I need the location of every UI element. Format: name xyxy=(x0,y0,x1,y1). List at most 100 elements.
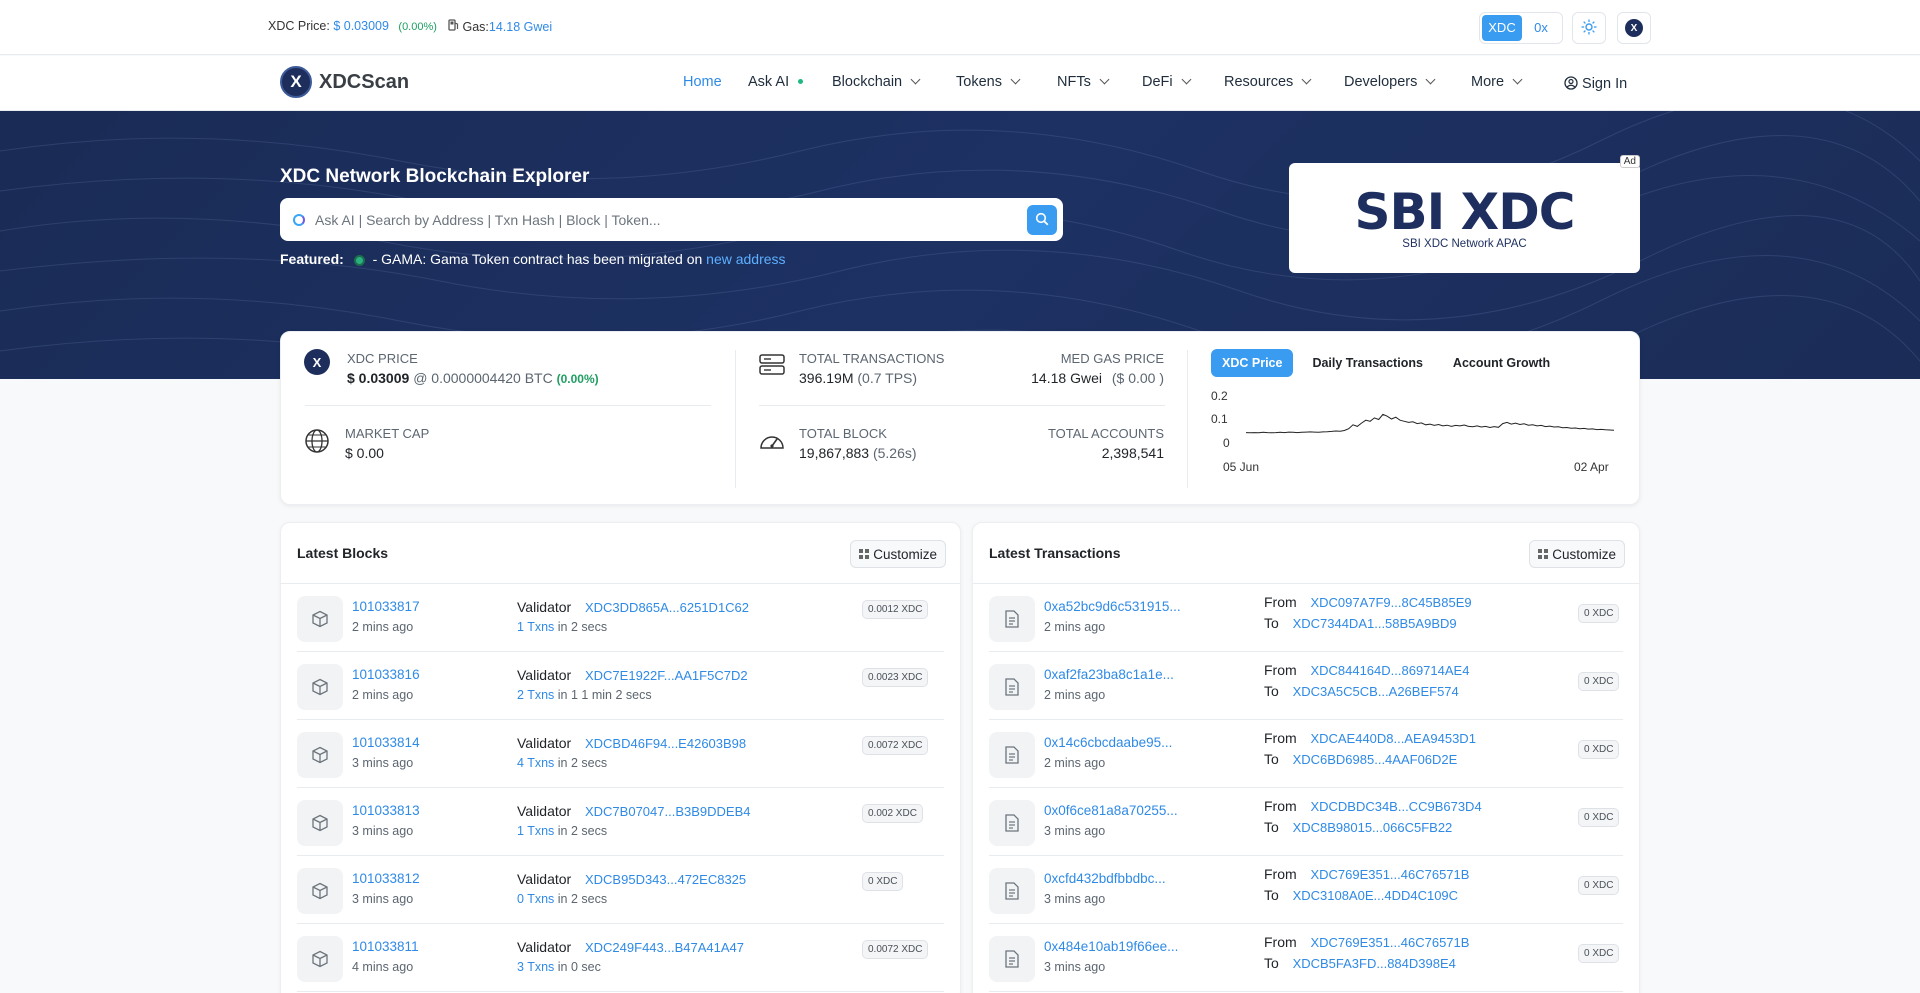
block-age: 4 mins ago xyxy=(352,960,414,974)
nav-nfts-label: NFTs xyxy=(1057,74,1091,90)
network-switch-button[interactable]: X xyxy=(1617,12,1651,44)
block-txns-line: 1 Txns in 2 secs xyxy=(517,824,607,838)
block-number-link[interactable]: 101033814 xyxy=(352,735,420,750)
transaction-row: 0xcfd432bdfbbdbc... 3 mins ago From XDC769… xyxy=(989,856,1623,924)
theme-toggle-button[interactable] xyxy=(1572,12,1606,44)
block-number-link[interactable]: 101033812 xyxy=(352,871,420,886)
block-number-link[interactable]: 101033816 xyxy=(352,667,420,682)
sign-in-link[interactable]: Sign In xyxy=(1564,76,1627,92)
search-button[interactable] xyxy=(1027,205,1057,235)
from-address-link[interactable]: XDCDBDC34B...CC9B673D4 xyxy=(1310,799,1481,814)
featured-link[interactable]: new address xyxy=(706,251,785,267)
tx-hash-link[interactable]: 0x0f6ce81a8a70255... xyxy=(1044,803,1178,818)
total-block-value[interactable]: 19,867,883 xyxy=(799,445,869,461)
nav-tokens[interactable]: Tokens xyxy=(956,74,1021,90)
tab-daily-transactions[interactable]: Daily Transactions xyxy=(1301,349,1433,377)
validator-address-link[interactable]: XDC7B07047...B3B9DDEB4 xyxy=(585,804,750,819)
block-time-value: (5.26s) xyxy=(872,445,917,461)
document-icon xyxy=(989,936,1035,982)
txns-count-link[interactable]: 1 Txns xyxy=(517,620,554,634)
tab-xdc-price[interactable]: XDC Price xyxy=(1211,349,1294,377)
total-block-line: 19,867,883 (5.26s) xyxy=(799,445,917,461)
validator-label: Validator xyxy=(517,871,572,887)
tx-from-line: From XDC769E351...46C76571B xyxy=(1264,866,1469,882)
tx-hash-link[interactable]: 0xcfd432bdfbbdbc... xyxy=(1044,871,1166,886)
customize-button[interactable]: Customize xyxy=(850,540,946,568)
to-address-link[interactable]: XDCB5FA3FD...884D398E4 xyxy=(1293,956,1456,971)
sponsored-ad[interactable]: Ad SBI XDC SBI XDC Network APAC xyxy=(1289,155,1640,273)
ad-subtitle: SBI XDC Network APAC xyxy=(1402,238,1527,250)
block-txns-line: 3 Txns in 0 sec xyxy=(517,960,601,974)
nav-nfts[interactable]: NFTs xyxy=(1057,74,1110,90)
unit-toggle[interactable]: XDC 0x xyxy=(1479,12,1563,44)
from-label: From xyxy=(1264,662,1297,678)
from-address-link[interactable]: XDC844164D...869714AE4 xyxy=(1310,663,1469,678)
search-input[interactable] xyxy=(315,211,995,228)
nav-developers[interactable]: Developers xyxy=(1344,74,1436,90)
to-address-link[interactable]: XDC3A5C5CB...A26BEF574 xyxy=(1293,684,1459,699)
price-value[interactable]: $ 0.03009 xyxy=(333,19,389,33)
validator-address-link[interactable]: XDC249F443...B47A41A47 xyxy=(585,940,744,955)
txns-count-link[interactable]: 2 Txns xyxy=(517,688,554,702)
nav-more[interactable]: More xyxy=(1471,74,1523,90)
divider xyxy=(735,350,736,488)
server-icon xyxy=(759,354,785,379)
block-number-link[interactable]: 101033817 xyxy=(352,599,420,614)
to-address-link[interactable]: XDC3108A0E...4DD4C109C xyxy=(1293,888,1458,903)
nav-defi[interactable]: DeFi xyxy=(1142,74,1192,90)
nav-resources[interactable]: Resources xyxy=(1224,74,1312,90)
transaction-row: 0x14c6cbcdaabe95... 2 mins ago From XDCAE4… xyxy=(989,720,1623,788)
validator-line: Validator XDCBD46F94...E42603B98 xyxy=(517,735,746,751)
unit-0x-button[interactable]: 0x xyxy=(1522,15,1560,41)
from-address-link[interactable]: XDC769E351...46C76571B xyxy=(1310,867,1469,882)
gas-value[interactable]: 14.18 Gwei xyxy=(489,20,552,34)
unit-xdc-button[interactable]: XDC xyxy=(1482,15,1522,41)
page-title: XDC Network Blockchain Explorer xyxy=(280,166,590,187)
nav-blockchain[interactable]: Blockchain xyxy=(832,74,921,90)
speedometer-icon xyxy=(759,431,785,454)
validator-line: Validator XDC3DD865A...6251D1C62 xyxy=(517,599,749,615)
nav-home[interactable]: Home xyxy=(683,74,722,90)
from-address-link[interactable]: XDC769E351...46C76571B xyxy=(1310,935,1469,950)
tab-account-growth[interactable]: Account Growth xyxy=(1442,349,1561,377)
to-address-link[interactable]: XDC8B98015...066C5FB22 xyxy=(1293,820,1453,835)
validator-address-link[interactable]: XDCB95D343...472EC8325 xyxy=(585,872,746,887)
xdc-price-line: $ 0.03009 @ 0.0000004420 BTC (0.00%) xyxy=(347,370,599,386)
tx-age: 2 mins ago xyxy=(1044,688,1106,702)
total-accounts-value[interactable]: 2,398,541 xyxy=(1048,445,1164,461)
price-chart[interactable] xyxy=(1244,394,1616,444)
txns-count-link[interactable]: 3 Txns xyxy=(517,960,554,974)
tx-hash-link[interactable]: 0xaf2fa23ba8c1a1e... xyxy=(1044,667,1174,682)
to-address-link[interactable]: XDC6BD6985...4AAF06D2E xyxy=(1293,752,1458,767)
total-block-label: TOTAL BLOCK xyxy=(799,426,887,441)
total-transactions-value[interactable]: 396.19M xyxy=(799,370,853,386)
validator-address-link[interactable]: XDCBD46F94...E42603B98 xyxy=(585,736,746,751)
customize-button[interactable]: Customize xyxy=(1529,540,1625,568)
txns-count-link[interactable]: 1 Txns xyxy=(517,824,554,838)
nav-ask-ai[interactable]: Ask AI xyxy=(748,74,804,90)
network-stats-card: X XDC PRICE $ 0.03009 @ 0.0000004420 BTC… xyxy=(280,331,1640,505)
validator-address-link[interactable]: XDC7E1922F...AA1F5C7D2 xyxy=(585,668,748,683)
tx-value-badge: 0 XDC xyxy=(1578,672,1620,691)
gama-token-icon xyxy=(353,254,365,266)
tx-hash-link[interactable]: 0x14c6cbcdaabe95... xyxy=(1044,735,1172,750)
to-address-link[interactable]: XDC7344DA1...58B5A9BD9 xyxy=(1293,616,1457,631)
validator-address-link[interactable]: XDC3DD865A...6251D1C62 xyxy=(585,600,749,615)
block-number-link[interactable]: 101033811 xyxy=(352,939,419,954)
block-age: 2 mins ago xyxy=(352,620,414,634)
from-address-link[interactable]: XDC097A7F9...8C45B85E9 xyxy=(1310,595,1471,610)
block-time: in 2 secs xyxy=(557,824,608,838)
txns-count-link[interactable]: 4 Txns xyxy=(517,756,554,770)
from-address-link[interactable]: XDCAE440D8...AEA9453D1 xyxy=(1310,731,1475,746)
xdc-price-stat: XDC PRICE $ 0.03009 @ 0.0000004420 BTC (… xyxy=(347,351,599,386)
y-tick-label: 0.2 xyxy=(1211,389,1228,403)
xdc-price-value[interactable]: $ 0.03009 xyxy=(347,370,409,386)
block-number-link[interactable]: 101033813 xyxy=(352,803,420,818)
xdc-price-label: XDC PRICE xyxy=(347,351,418,366)
document-icon xyxy=(989,596,1035,642)
tx-hash-link[interactable]: 0xa52bc9d6c531915... xyxy=(1044,599,1181,614)
tx-hash-link[interactable]: 0x484e10ab19f66ee... xyxy=(1044,939,1178,954)
txns-count-link[interactable]: 0 Txns xyxy=(517,892,554,906)
customize-label: Customize xyxy=(1552,546,1616,562)
med-gas-value[interactable]: 14.18 Gwei xyxy=(1031,370,1102,386)
